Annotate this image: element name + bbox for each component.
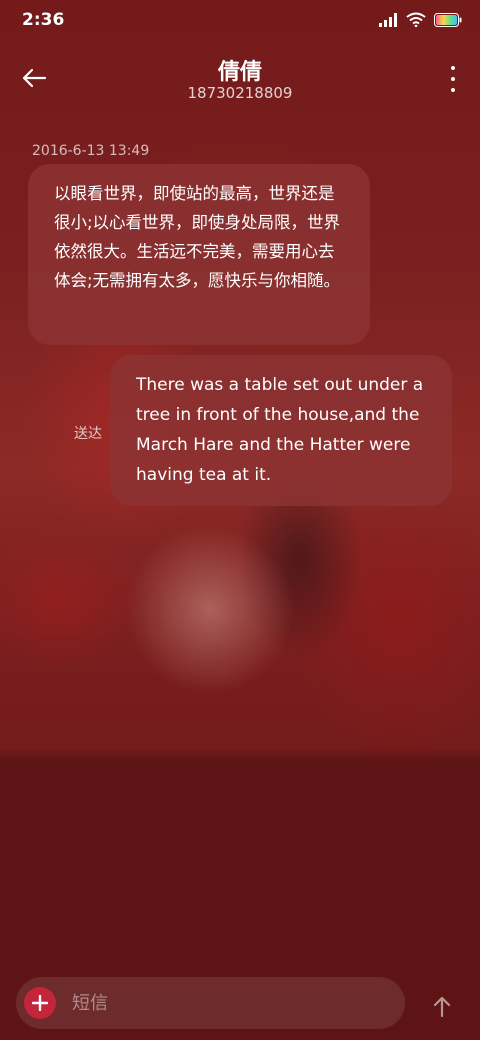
conversation-header: 倩倩 18730218809 bbox=[0, 44, 480, 114]
more-options-button[interactable] bbox=[446, 66, 460, 92]
status-bar: 2:36 bbox=[0, 0, 480, 44]
send-button[interactable] bbox=[424, 988, 460, 1024]
status-time: 2:36 bbox=[22, 10, 65, 30]
status-icons bbox=[378, 12, 462, 27]
message-composer bbox=[16, 977, 405, 1029]
messaging-screen: 2:36 倩倩 18730218809 2016-6-13 13:49 以眼看世… bbox=[0, 0, 480, 1040]
delivery-status: 送达 bbox=[74, 426, 102, 442]
outgoing-message-bubble[interactable]: There was a table set out under a tree i… bbox=[110, 355, 452, 506]
incoming-message-bubble[interactable]: 以眼看世界，即使站的最高，世界还是很小;以心看世界，即使身处局限，世界依然很大。… bbox=[28, 164, 370, 345]
wifi-icon bbox=[406, 12, 426, 27]
signal-icon bbox=[379, 12, 397, 27]
plus-icon bbox=[32, 995, 48, 1011]
add-attachment-button[interactable] bbox=[24, 987, 56, 1019]
contact-number: 18730218809 bbox=[187, 84, 293, 102]
arrow-up-icon bbox=[433, 996, 451, 1017]
message-timestamp: 2016-6-13 13:49 bbox=[32, 143, 150, 159]
message-input[interactable] bbox=[72, 977, 392, 1029]
battery-icon bbox=[434, 12, 462, 27]
contact-name: 倩倩 bbox=[217, 60, 262, 85]
more-vertical-icon bbox=[451, 66, 455, 70]
